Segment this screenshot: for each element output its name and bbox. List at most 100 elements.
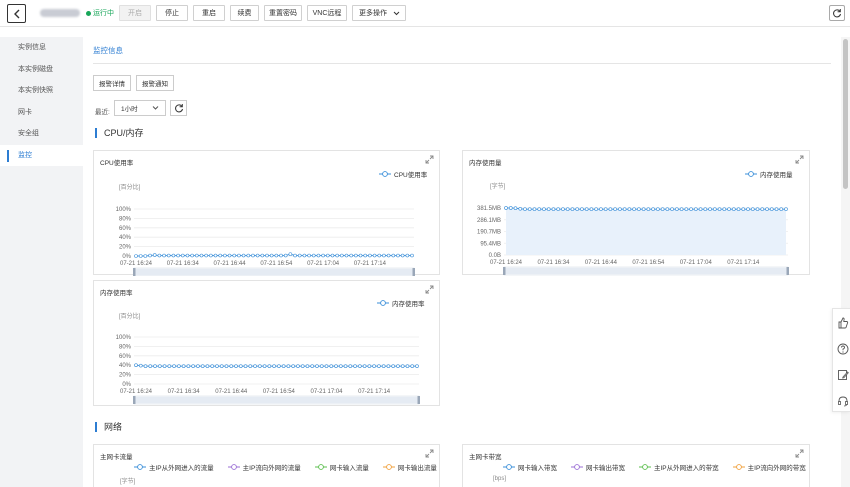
expand-icon[interactable] <box>795 449 804 458</box>
range-label: 最近: <box>95 109 110 116</box>
chart-legend: CPU使用率 <box>379 169 427 179</box>
legend-item[interactable]: 内存使用量 <box>745 169 793 179</box>
sidebar-item-instance-info[interactable]: 实例信息 <box>0 37 83 59</box>
legend-item[interactable]: 主IP从外网进入的流量 <box>134 462 214 472</box>
more-actions-button[interactable]: 更多操作 <box>352 5 406 21</box>
data-point <box>219 364 224 368</box>
sidebar: 实例信息 本实例磁盘 本实例快照 网卡 安全组 监控 <box>0 37 83 487</box>
x-tick-label: 07-21 16:54 <box>260 261 293 267</box>
floating-tools-panel <box>832 308 850 412</box>
data-point <box>513 206 518 210</box>
data-point <box>232 253 237 258</box>
data-point <box>248 364 253 368</box>
stop-button[interactable]: 停止 <box>156 5 188 21</box>
sidebar-item-disks[interactable]: 本实例磁盘 <box>0 59 83 81</box>
cpu-chart: 100% 80% 60% 40% 20% 0%07-21 16:24 07-21 16:34… <box>116 207 415 276</box>
data-point <box>229 364 234 368</box>
chart-card-cpu: CPU使用率 CPU使用率 [百分比] 100% 80% 60% 40% 20% 0% 07… <box>93 150 440 276</box>
memory-rate-chart: 100% 80% 60% 40% 20% 0%07-21 16:24 07-21 16:34… <box>116 335 420 405</box>
sidebar-item-snapshots[interactable]: 本实例快照 <box>0 80 83 102</box>
data-point <box>504 206 508 210</box>
data-point <box>679 207 684 211</box>
data-point <box>736 207 741 211</box>
data-point <box>176 253 180 258</box>
expand-icon[interactable] <box>795 155 804 164</box>
sidebar-item-monitoring[interactable]: 监控 <box>0 144 83 166</box>
x-tick-label: 07-21 16:44 <box>214 261 247 267</box>
data-point <box>172 364 176 368</box>
sidebar-item-security-group[interactable]: 安全组 <box>0 123 83 145</box>
data-point <box>191 364 195 368</box>
renew-button[interactable]: 续费 <box>230 5 259 21</box>
data-point <box>377 364 381 368</box>
scrollbar-thumb[interactable] <box>843 39 848 189</box>
data-point <box>580 207 584 211</box>
data-point <box>143 254 148 258</box>
data-point <box>608 207 613 211</box>
page-refresh-button[interactable] <box>829 5 845 21</box>
data-point <box>689 207 693 211</box>
legend-item[interactable]: 主IP流向外网的流量 <box>227 462 301 472</box>
x-tick-label: 07-21 16:44 <box>215 389 248 395</box>
page-scrollbar[interactable] <box>841 37 850 487</box>
expand-icon[interactable] <box>425 285 434 294</box>
data-point <box>162 364 167 368</box>
data-point <box>321 253 325 258</box>
time-range-select[interactable]: 1小时 <box>114 100 166 116</box>
status-badge: 运行中 <box>86 8 114 18</box>
time-range-value: 1小时 <box>121 106 138 113</box>
chevron-down-icon <box>152 106 159 110</box>
data-point <box>185 253 190 258</box>
legend-circle-icon <box>379 171 391 177</box>
legend-item[interactable]: 内存使用率 <box>377 298 425 308</box>
back-button[interactable] <box>7 4 26 23</box>
data-point <box>750 207 755 211</box>
expand-icon[interactable] <box>425 449 434 458</box>
chart-refresh-button[interactable] <box>170 100 187 116</box>
data-point <box>315 364 319 368</box>
legend-item[interactable]: 主IP从外网进入的带宽 <box>639 462 719 472</box>
x-tick-label: 07-21 17:14 <box>727 260 760 266</box>
reset-password-button[interactable]: 重置密码 <box>264 5 302 21</box>
start-button[interactable]: 开启 <box>119 5 151 21</box>
data-point <box>325 253 330 258</box>
help-icon[interactable] <box>837 343 849 355</box>
data-point <box>708 207 712 211</box>
data-point <box>556 207 561 211</box>
tab-monitoring-info[interactable]: 监控信息 <box>93 45 123 56</box>
legend-item[interactable]: 主IP流向外网的带宽 <box>732 462 806 472</box>
tab-divider <box>93 63 831 64</box>
legend-item[interactable]: 网卡输入带宽 <box>503 462 557 472</box>
data-point <box>213 253 218 258</box>
legend-item[interactable]: 网卡输入流量 <box>314 462 369 472</box>
data-point <box>205 364 210 368</box>
thumbs-up-icon[interactable] <box>837 317 849 329</box>
alarm-detail-button[interactable]: 报警详情 <box>93 75 131 91</box>
data-point <box>774 207 779 211</box>
alarm-notify-button[interactable]: 报警通知 <box>136 75 174 91</box>
headset-icon[interactable] <box>837 395 849 407</box>
y-tick-label: 20% <box>119 373 132 379</box>
edit-icon[interactable] <box>837 369 849 381</box>
restart-button[interactable]: 重启 <box>193 5 225 21</box>
x-tick-label: 07-21 16:54 <box>632 260 665 266</box>
expand-icon[interactable] <box>425 155 434 164</box>
data-point <box>518 207 523 211</box>
data-point <box>269 253 274 258</box>
legend-item[interactable]: 网卡输出带宽 <box>571 462 625 472</box>
data-point <box>400 364 405 368</box>
legend-item[interactable]: 网卡输出流量 <box>382 462 437 472</box>
data-point <box>251 253 255 258</box>
data-point <box>260 253 265 258</box>
legend-item[interactable]: CPU使用率 <box>379 169 427 179</box>
data-point <box>646 207 651 211</box>
section-cpu-memory: CPU/内存 <box>95 128 144 138</box>
sidebar-item-nic[interactable]: 网卡 <box>0 102 83 124</box>
x-tick-label: 07-21 17:14 <box>358 389 391 395</box>
data-point <box>722 207 727 211</box>
data-point <box>215 364 219 368</box>
vnc-button[interactable]: VNC远程 <box>307 5 347 21</box>
data-point <box>152 253 157 257</box>
chart-title: CPU使用率 <box>100 160 134 167</box>
data-point <box>334 364 338 368</box>
